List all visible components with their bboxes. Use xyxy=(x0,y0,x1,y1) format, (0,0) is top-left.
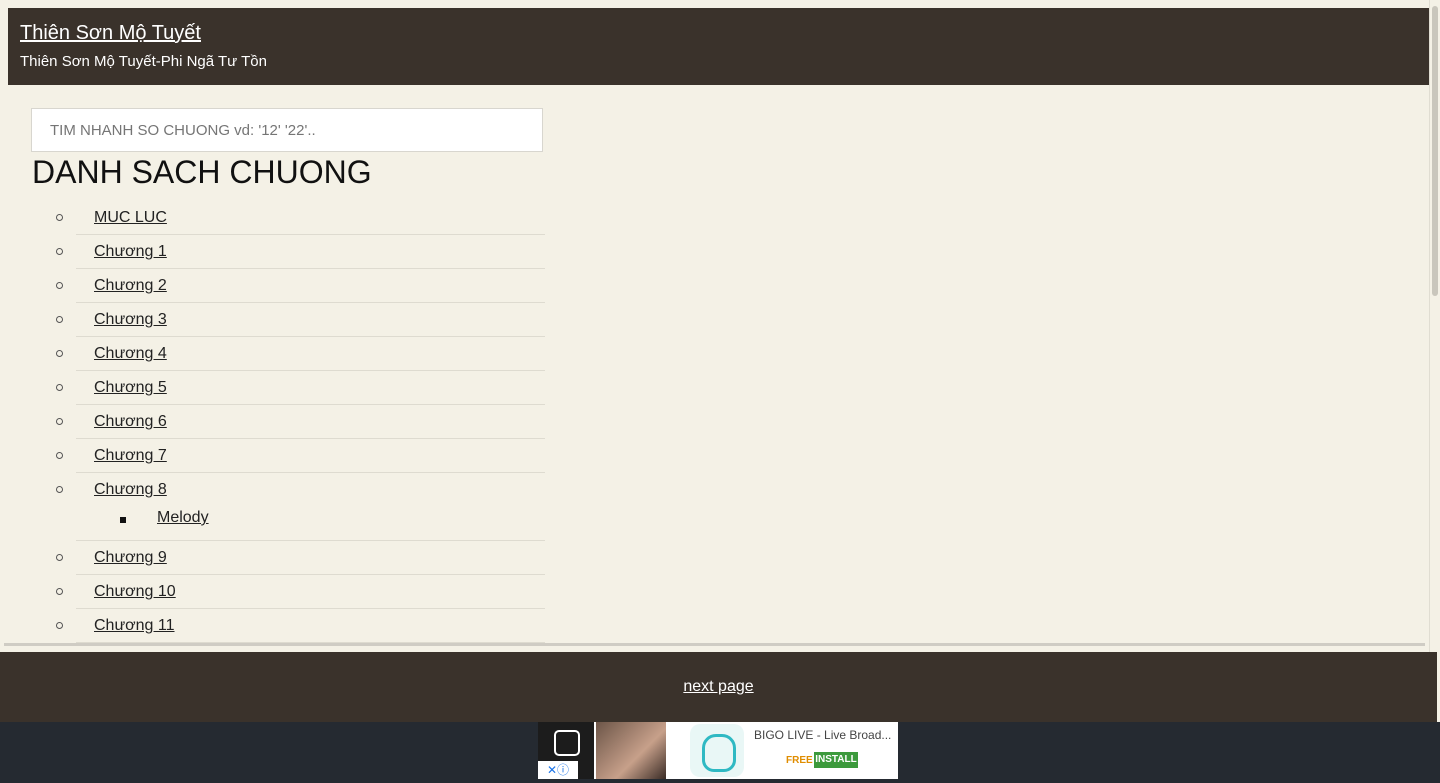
chapter-link-7[interactable]: Chương 7 xyxy=(94,447,167,465)
chapter-link-8[interactable]: Chương 8 xyxy=(94,481,167,499)
chapter-link-10[interactable]: Chương 10 xyxy=(94,583,176,601)
next-page-link[interactable]: next page xyxy=(0,678,1437,696)
circle-bullet-icon xyxy=(56,282,63,289)
circle-bullet-icon xyxy=(56,554,63,561)
vertical-scrollbar[interactable] xyxy=(1429,0,1440,652)
chapter-item: Chương 9 xyxy=(56,541,545,575)
mascot-icon xyxy=(702,734,736,772)
site-footer: next page xyxy=(0,652,1437,722)
app-logo-icon xyxy=(554,730,580,756)
chapter-item: Chương 7 xyxy=(56,439,545,473)
chapter-item: Chương 2 xyxy=(56,269,545,303)
content-divider xyxy=(4,643,1425,646)
chapter-search-input[interactable] xyxy=(31,108,543,152)
app-icon[interactable] xyxy=(690,724,744,777)
chapter-item: Chương 11 xyxy=(56,609,545,643)
chapter-item: Chương 1 xyxy=(56,235,545,269)
chapter-item: Chương 6 xyxy=(56,405,545,439)
scrollbar-thumb[interactable] xyxy=(1432,6,1438,296)
site-subtitle: Thiên Sơn Mộ Tuyết-Phi Ngã Tư Tồn xyxy=(20,53,267,70)
circle-bullet-icon xyxy=(56,316,63,323)
chapter-link-11[interactable]: Chương 11 xyxy=(94,617,175,635)
chapter-item: Chương 10 xyxy=(56,575,545,609)
ad-free-label: FREE xyxy=(786,755,813,766)
square-bullet-icon xyxy=(120,517,126,523)
chapter-item: Chương 5 xyxy=(56,371,545,405)
chapter-item: Chương 4 xyxy=(56,337,545,371)
circle-bullet-icon xyxy=(56,486,63,493)
chapter-link-4[interactable]: Chương 4 xyxy=(94,345,167,363)
chapter-link-5[interactable]: Chương 5 xyxy=(94,379,167,397)
ad-preview-image[interactable] xyxy=(596,722,666,779)
chapter-item: Chương 8 Melody xyxy=(56,473,545,541)
site-header: Thiên Sơn Mộ Tuyết Thiên Sơn Mộ Tuyết-Ph… xyxy=(8,8,1429,85)
circle-bullet-icon xyxy=(56,384,63,391)
chapter-item: MUC LUC xyxy=(56,201,545,235)
circle-bullet-icon xyxy=(56,350,63,357)
app-install-ad[interactable]: ✕ⓘ BIGO LIVE - Live Broad... FREE INSTAL… xyxy=(538,722,898,779)
ad-close-info-icon[interactable]: ✕ⓘ xyxy=(538,761,578,779)
chapter-link-6[interactable]: Chương 6 xyxy=(94,413,167,431)
page: Thiên Sơn Mộ Tuyết Thiên Sơn Mộ Tuyết-Ph… xyxy=(0,0,1440,783)
chapter-item: Chương 3 xyxy=(56,303,545,337)
top-frame xyxy=(0,0,1440,8)
chapter-link-2[interactable]: Chương 2 xyxy=(94,277,167,295)
circle-bullet-icon xyxy=(56,622,63,629)
chapter-link-9[interactable]: Chương 9 xyxy=(94,549,167,567)
chapter-list: MUC LUC Chương 1 Chương 2 Chương 3 Chươn… xyxy=(56,201,545,643)
circle-bullet-icon xyxy=(56,214,63,221)
circle-bullet-icon xyxy=(56,418,63,425)
ad-bar: ✕ⓘ BIGO LIVE - Live Broad... FREE INSTAL… xyxy=(0,722,1440,783)
chapter-link-muc-luc[interactable]: MUC LUC xyxy=(94,209,167,227)
circle-bullet-icon xyxy=(56,452,63,459)
circle-bullet-icon xyxy=(56,248,63,255)
circle-bullet-icon xyxy=(56,588,63,595)
site-title-link[interactable]: Thiên Sơn Mộ Tuyết xyxy=(20,22,201,45)
ad-title[interactable]: BIGO LIVE - Live Broad... xyxy=(754,728,891,742)
chapter-list-heading: DANH SACH CHUONG xyxy=(32,154,372,190)
chapter-sub-link-melody[interactable]: Melody xyxy=(157,509,209,527)
chapter-link-1[interactable]: Chương 1 xyxy=(94,243,167,261)
chapter-link-3[interactable]: Chương 3 xyxy=(94,311,167,329)
ad-install-button[interactable]: INSTALL xyxy=(814,752,858,768)
